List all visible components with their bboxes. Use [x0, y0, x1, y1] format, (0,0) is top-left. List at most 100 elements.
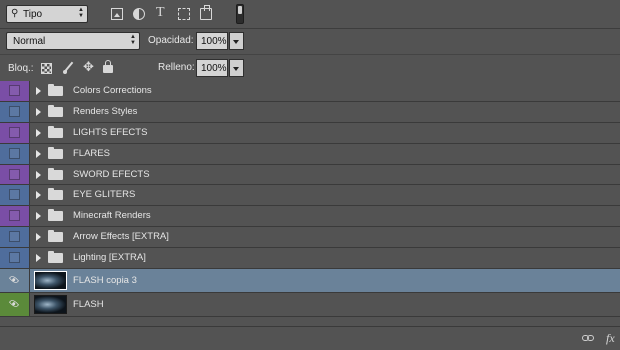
fill-dropdown-button[interactable]	[229, 59, 244, 77]
divider	[29, 293, 30, 317]
layer-color-tag[interactable]	[0, 248, 29, 269]
smart-object-icon[interactable]	[200, 5, 212, 20]
layer-name: Colors Corrections	[73, 84, 152, 96]
opacity-input[interactable]: 100%	[196, 32, 228, 50]
layer-name: Minecraft Renders	[73, 210, 151, 222]
layer-color-tag[interactable]	[0, 269, 29, 292]
fill-label: Relleno:	[158, 62, 195, 73]
divider	[29, 227, 30, 248]
layer-color-tag[interactable]	[0, 227, 29, 248]
visibility-toggle[interactable]	[9, 168, 20, 180]
select-arrows-icon: ▲ ▼	[130, 34, 136, 46]
expand-caret-icon[interactable]	[36, 86, 41, 95]
expand-caret-icon[interactable]	[36, 107, 41, 116]
folder-icon	[48, 230, 63, 243]
opacity-label: Opacidad:	[148, 35, 194, 46]
divider	[29, 248, 30, 269]
layer-group-row[interactable]: Arrow Effects [EXTRA]	[0, 227, 620, 249]
image-icon[interactable]	[111, 8, 123, 20]
divider	[29, 269, 30, 293]
layer-group-row[interactable]: FLARES	[0, 143, 620, 165]
divider	[29, 206, 30, 227]
folder-icon	[48, 167, 63, 180]
shape-icon[interactable]	[178, 8, 190, 20]
fill-input[interactable]: 100%	[196, 59, 228, 77]
blend-bar: Normal ▲ ▼ Opacidad: 100%	[0, 28, 620, 55]
link-icon[interactable]	[582, 335, 595, 342]
layer-color-tag[interactable]	[0, 185, 29, 206]
expand-caret-icon[interactable]	[36, 170, 41, 179]
folder-icon	[48, 83, 63, 96]
folder-icon	[48, 251, 63, 264]
layer-thumbnail	[34, 271, 67, 291]
panel-footer: fx	[0, 326, 620, 350]
filter-toggle[interactable]	[236, 4, 244, 24]
visibility-toggle[interactable]	[9, 189, 20, 201]
filter-bar: ⚲ Tipo ▲ ▼ T	[0, 0, 620, 29]
folder-icon	[48, 125, 63, 138]
layer-name: FLASH copia 3	[73, 274, 137, 286]
visibility-toggle[interactable]	[9, 105, 20, 117]
blend-mode-select[interactable]: Normal ▲ ▼	[6, 32, 140, 50]
folder-icon	[48, 209, 63, 222]
folder-icon	[48, 104, 63, 117]
layer-group-row[interactable]: Lighting [EXTRA]	[0, 248, 620, 270]
select-arrows-icon: ▲ ▼	[78, 7, 84, 19]
layer-row[interactable]: FLASH copia 3	[0, 269, 620, 294]
layer-name: Renders Styles	[73, 105, 138, 117]
filter-kind-select[interactable]: ⚲ Tipo ▲ ▼	[6, 5, 88, 23]
lock-transparency-icon[interactable]	[41, 63, 52, 74]
layer-group-row[interactable]: SWORD EFECTS	[0, 164, 620, 186]
layer-color-tag[interactable]	[0, 164, 29, 185]
layer-name: Arrow Effects [EXTRA]	[73, 231, 169, 243]
search-icon: ⚲	[11, 8, 19, 19]
visibility-toggle[interactable]	[9, 84, 20, 96]
expand-caret-icon[interactable]	[36, 233, 41, 242]
layer-color-tag[interactable]	[0, 81, 29, 101]
layer-group-row[interactable]: Colors Corrections	[0, 81, 620, 102]
folder-icon	[48, 188, 63, 201]
divider	[29, 81, 30, 101]
expand-caret-icon[interactable]	[36, 212, 41, 221]
visibility-toggle[interactable]	[9, 210, 20, 222]
lock-position-move-icon[interactable]: ✥	[82, 60, 95, 73]
layer-group-row[interactable]: Renders Styles	[0, 101, 620, 123]
layers-panel: ⚲ Tipo ▲ ▼ T Normal ▲ ▼ Opacidad: 100% Blo…	[0, 0, 620, 350]
divider	[29, 122, 30, 143]
layer-name: SWORD EFECTS	[73, 168, 150, 180]
layer-color-tag[interactable]	[0, 206, 29, 227]
expand-caret-icon[interactable]	[36, 191, 41, 200]
opacity-dropdown-button[interactable]	[229, 32, 244, 50]
expand-caret-icon[interactable]	[36, 254, 41, 263]
layer-group-row[interactable]: EYE GLITERS	[0, 185, 620, 207]
filter-kind-label: Tipo	[23, 9, 43, 20]
layer-name: FLARES	[73, 147, 110, 159]
eye-icon[interactable]	[8, 297, 20, 309]
visibility-toggle[interactable]	[9, 126, 20, 138]
layer-group-row[interactable]: Minecraft Renders	[0, 206, 620, 228]
visibility-toggle[interactable]	[9, 147, 20, 159]
fx-icon[interactable]: fx	[606, 331, 615, 346]
layer-name: LIGHTS EFECTS	[73, 126, 148, 138]
visibility-toggle[interactable]	[9, 252, 20, 264]
layer-thumbnail	[34, 295, 67, 315]
visibility-toggle[interactable]	[9, 231, 20, 243]
layer-list: Colors Corrections Renders Styles LIGHTS E…	[0, 81, 620, 318]
folder-icon	[48, 146, 63, 159]
layer-name: FLASH	[73, 298, 104, 310]
adjustment-icon[interactable]	[133, 8, 145, 20]
layer-row[interactable]: FLASH	[0, 293, 620, 318]
expand-caret-icon[interactable]	[36, 149, 41, 158]
layer-color-tag[interactable]	[0, 143, 29, 164]
layer-color-tag[interactable]	[0, 101, 29, 122]
lock-all-icon[interactable]	[103, 60, 113, 73]
lock-paint-brush-icon[interactable]	[62, 61, 76, 75]
divider	[29, 185, 30, 206]
blend-mode-value: Normal	[13, 36, 46, 47]
layer-color-tag[interactable]	[0, 293, 29, 317]
eye-icon[interactable]	[8, 273, 20, 285]
layer-group-row[interactable]: LIGHTS EFECTS	[0, 122, 620, 144]
type-icon[interactable]: T	[156, 5, 165, 21]
layer-color-tag[interactable]	[0, 122, 29, 143]
expand-caret-icon[interactable]	[36, 128, 41, 137]
